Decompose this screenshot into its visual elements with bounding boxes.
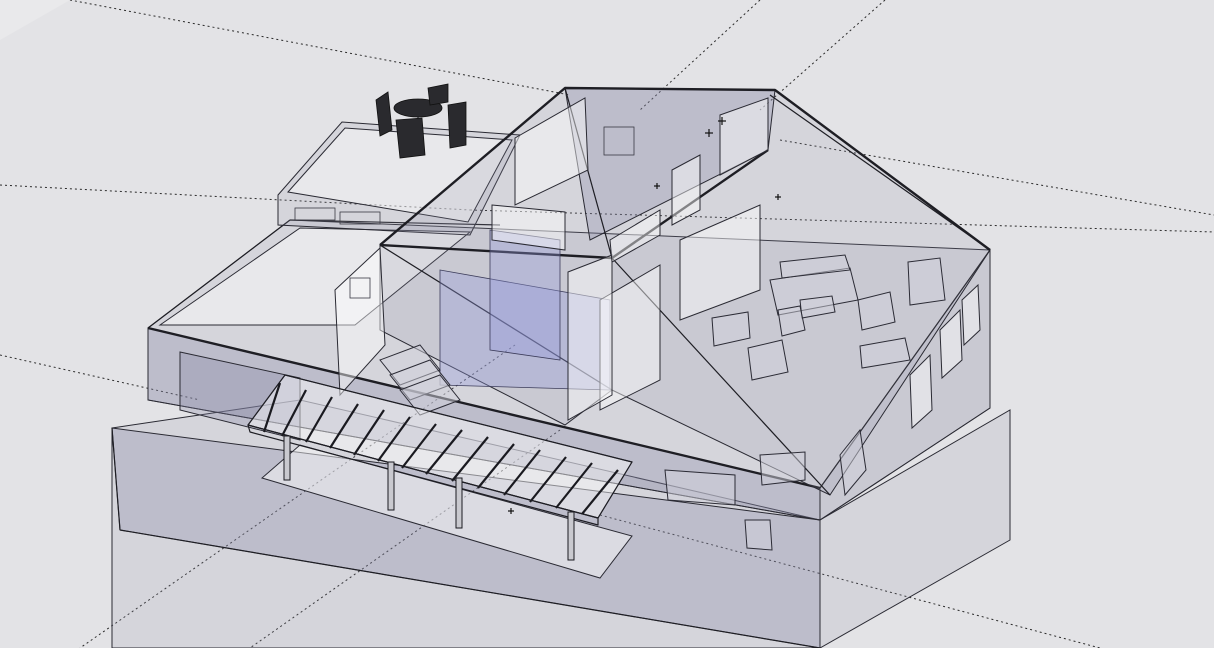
- dining-chair-4[interactable]: [395, 117, 426, 159]
- dining-chair-3[interactable]: [447, 101, 467, 149]
- house-model-scene[interactable]: [0, 0, 1214, 648]
- dining-chair-2[interactable]: [427, 83, 449, 106]
- armchair-1[interactable]: [777, 305, 806, 337]
- 3d-model-viewport[interactable]: [0, 0, 1214, 648]
- armchair-3[interactable]: [907, 257, 946, 306]
